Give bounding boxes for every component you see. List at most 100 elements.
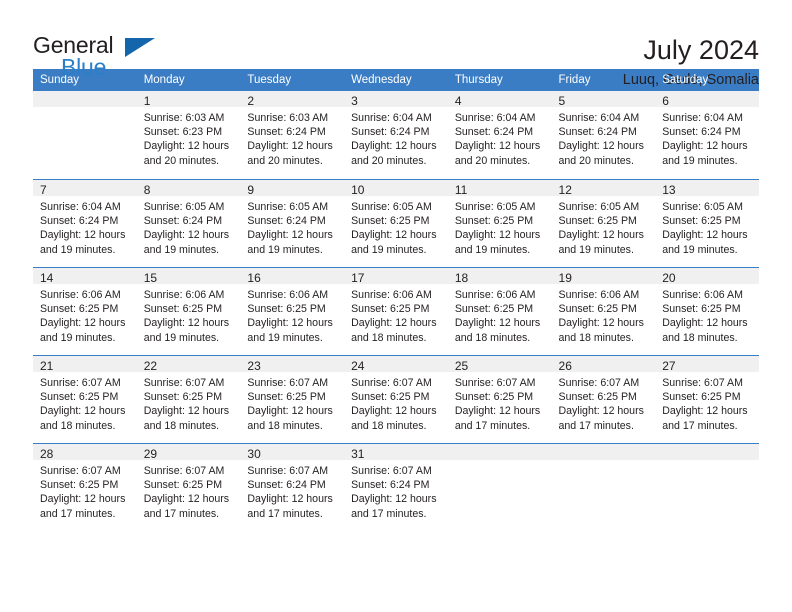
calendar-day-cell[interactable]: 19 Sunrise: 6:06 AM Sunset: 6:25 PM Dayligh… xyxy=(551,267,656,355)
day-details: Sunrise: 6:07 AM Sunset: 6:25 PM Daylight:… xyxy=(137,372,241,433)
daylight-text-line1: Daylight: 12 hours xyxy=(351,493,437,506)
calendar-day-cell[interactable]: 14 Sunrise: 6:06 AM Sunset: 6:25 PM Dayligh… xyxy=(33,267,137,355)
daylight-text-line2: and 17 minutes. xyxy=(662,419,738,432)
daylight-text-line2: and 20 minutes. xyxy=(247,154,323,167)
sunrise-text: Sunrise: 6:06 AM xyxy=(351,289,432,301)
sunrise-text: Sunrise: 6:04 AM xyxy=(351,112,432,124)
day-number: 22 xyxy=(136,356,241,373)
daylight-text-line1: Daylight: 12 hours xyxy=(351,405,437,418)
sunset-text: Sunset: 6:25 PM xyxy=(558,391,637,404)
sunset-text: Sunset: 6:25 PM xyxy=(247,303,326,316)
calendar-day-cell[interactable]: 3 Sunrise: 6:04 AM Sunset: 6:24 PM Daylight… xyxy=(344,91,448,179)
calendar-day-cell[interactable]: 17 Sunrise: 6:06 AM Sunset: 6:25 PM Dayligh… xyxy=(344,267,448,355)
sunset-text: Sunset: 6:25 PM xyxy=(662,391,741,404)
day-number: 13 xyxy=(655,180,759,197)
calendar-day-cell[interactable]: 2 Sunrise: 6:03 AM Sunset: 6:24 PM Daylight… xyxy=(240,91,345,179)
day-details: Sunrise: 6:05 AM Sunset: 6:25 PM Daylight:… xyxy=(552,196,656,257)
calendar-day-cell[interactable]: 23 Sunrise: 6:07 AM Sunset: 6:25 PM Dayligh… xyxy=(240,355,345,443)
calendar-day-cell[interactable]: 11 Sunrise: 6:05 AM Sunset: 6:25 PM Dayligh… xyxy=(447,179,552,267)
day-cell-inner: 31 Sunrise: 6:07 AM Sunset: 6:24 PM Dayligh… xyxy=(344,443,448,531)
daylight-text-line1: Daylight: 12 hours xyxy=(662,317,748,330)
calendar-day-cell[interactable]: 29 Sunrise: 6:07 AM Sunset: 6:25 PM Dayligh… xyxy=(136,443,241,531)
sunset-text: Sunset: 6:25 PM xyxy=(247,391,326,404)
day-cell-inner: 2 Sunrise: 6:03 AM Sunset: 6:24 PM Daylight… xyxy=(240,91,345,179)
calendar-day-cell[interactable]: 9 Sunrise: 6:05 AM Sunset: 6:24 PM Daylight… xyxy=(240,179,345,267)
calendar-day-cell[interactable]: 16 Sunrise: 6:06 AM Sunset: 6:25 PM Dayligh… xyxy=(240,267,345,355)
day-number: 10 xyxy=(344,180,448,197)
day-details: Sunrise: 6:06 AM Sunset: 6:25 PM Daylight:… xyxy=(33,284,137,345)
sunrise-text: Sunrise: 6:06 AM xyxy=(662,289,743,301)
day-cell-inner: 30 Sunrise: 6:07 AM Sunset: 6:24 PM Dayligh… xyxy=(240,443,345,531)
calendar-page: General Blue July 2024 Luuq, Gedo, Somal… xyxy=(0,0,792,612)
calendar-day-cell[interactable]: 30 Sunrise: 6:07 AM Sunset: 6:24 PM Dayligh… xyxy=(240,443,345,531)
daylight-text-line2: and 19 minutes. xyxy=(662,243,738,256)
day-number: 15 xyxy=(136,268,241,285)
logo-word-blue: Blue xyxy=(61,54,107,80)
daylight-text-line1: Daylight: 12 hours xyxy=(454,317,541,330)
day-cell-inner: 18 Sunrise: 6:06 AM Sunset: 6:25 PM Dayligh… xyxy=(447,267,552,355)
day-details xyxy=(655,460,759,464)
daylight-text-line1: Daylight: 12 hours xyxy=(454,229,541,242)
day-number: 30 xyxy=(240,444,345,461)
calendar-day-cell[interactable]: 26 Sunrise: 6:07 AM Sunset: 6:25 PM Dayligh… xyxy=(551,355,656,443)
calendar-day-cell[interactable]: 13 Sunrise: 6:05 AM Sunset: 6:25 PM Dayligh… xyxy=(655,179,759,267)
calendar-day-cell[interactable]: 12 Sunrise: 6:05 AM Sunset: 6:25 PM Dayligh… xyxy=(551,179,656,267)
calendar-day-cell[interactable]: 20 Sunrise: 6:06 AM Sunset: 6:25 PM Dayligh… xyxy=(655,267,759,355)
daylight-text-line2: and 19 minutes. xyxy=(143,243,220,256)
day-number: 4 xyxy=(447,91,552,108)
day-number: 12 xyxy=(551,180,656,197)
day-details: Sunrise: 6:03 AM Sunset: 6:24 PM Daylight:… xyxy=(240,107,344,168)
calendar-day-cell[interactable]: 18 Sunrise: 6:06 AM Sunset: 6:25 PM Dayligh… xyxy=(447,267,552,355)
calendar-day-cell[interactable]: 21 Sunrise: 6:07 AM Sunset: 6:25 PM Dayligh… xyxy=(33,355,137,443)
calendar-day-cell[interactable]: 24 Sunrise: 6:07 AM Sunset: 6:25 PM Dayligh… xyxy=(344,355,448,443)
day-cell-inner: 5 Sunrise: 6:04 AM Sunset: 6:24 PM Daylight… xyxy=(551,91,656,179)
calendar-day-cell[interactable]: 1 Sunrise: 6:03 AM Sunset: 6:23 PM Daylight… xyxy=(136,91,241,179)
sunrise-text: Sunrise: 6:05 AM xyxy=(454,201,536,213)
daylight-text-line1: Daylight: 12 hours xyxy=(454,405,541,418)
day-number: 31 xyxy=(344,444,448,461)
calendar-day-cell[interactable]: 8 Sunrise: 6:05 AM Sunset: 6:24 PM Daylight… xyxy=(136,179,241,267)
logo-triangle-icon xyxy=(125,38,155,57)
sunrise-text: Sunrise: 6:07 AM xyxy=(143,377,225,389)
daylight-text-line1: Daylight: 12 hours xyxy=(247,493,333,506)
sunrise-text: Sunrise: 6:07 AM xyxy=(351,465,432,477)
calendar-day-cell[interactable]: 5 Sunrise: 6:04 AM Sunset: 6:24 PM Daylight… xyxy=(551,91,656,179)
calendar-day-cell[interactable]: 6 Sunrise: 6:04 AM Sunset: 6:24 PM Daylight… xyxy=(655,91,759,179)
day-cell-inner: 9 Sunrise: 6:05 AM Sunset: 6:24 PM Daylight… xyxy=(240,179,345,267)
day-cell-inner: 14 Sunrise: 6:06 AM Sunset: 6:25 PM Dayligh… xyxy=(33,267,137,355)
sunset-text: Sunset: 6:24 PM xyxy=(558,126,637,139)
sunset-text: Sunset: 6:24 PM xyxy=(247,479,326,492)
day-cell-inner xyxy=(33,91,137,179)
calendar-empty-cell xyxy=(655,443,759,531)
calendar-day-cell[interactable]: 22 Sunrise: 6:07 AM Sunset: 6:25 PM Dayligh… xyxy=(136,355,241,443)
calendar-day-cell[interactable]: 28 Sunrise: 6:07 AM Sunset: 6:25 PM Dayligh… xyxy=(33,443,137,531)
daylight-text-line2: and 20 minutes. xyxy=(558,154,634,167)
sunrise-text: Sunrise: 6:05 AM xyxy=(351,201,432,213)
daylight-text-line1: Daylight: 12 hours xyxy=(143,229,230,242)
daylight-text-line1: Daylight: 12 hours xyxy=(40,493,126,506)
day-cell-inner xyxy=(655,443,759,531)
sunset-text: Sunset: 6:25 PM xyxy=(454,303,534,316)
calendar-day-cell[interactable]: 4 Sunrise: 6:04 AM Sunset: 6:24 PM Daylight… xyxy=(447,91,552,179)
day-cell-inner: 12 Sunrise: 6:05 AM Sunset: 6:25 PM Dayligh… xyxy=(551,179,656,267)
day-number: 9 xyxy=(240,180,345,197)
calendar-day-cell[interactable]: 7 Sunrise: 6:04 AM Sunset: 6:24 PM Daylight… xyxy=(33,179,137,267)
day-number: 1 xyxy=(136,91,241,108)
calendar-day-cell[interactable]: 27 Sunrise: 6:07 AM Sunset: 6:25 PM Dayligh… xyxy=(655,355,759,443)
sunset-text: Sunset: 6:25 PM xyxy=(40,303,119,316)
sunrise-text: Sunrise: 6:03 AM xyxy=(143,112,225,124)
calendar-day-cell[interactable]: 25 Sunrise: 6:07 AM Sunset: 6:25 PM Dayligh… xyxy=(447,355,552,443)
sunset-text: Sunset: 6:25 PM xyxy=(454,391,534,404)
calendar-day-cell[interactable]: 15 Sunrise: 6:06 AM Sunset: 6:25 PM Dayligh… xyxy=(136,267,241,355)
calendar-week-row: 1 Sunrise: 6:03 AM Sunset: 6:23 PM Daylight… xyxy=(33,91,759,179)
day-details: Sunrise: 6:07 AM Sunset: 6:25 PM Daylight:… xyxy=(448,372,552,433)
sunset-text: Sunset: 6:24 PM xyxy=(351,479,430,492)
calendar-day-cell[interactable]: 31 Sunrise: 6:07 AM Sunset: 6:24 PM Dayligh… xyxy=(344,443,448,531)
daylight-text-line2: and 18 minutes. xyxy=(351,331,427,344)
calendar-day-cell[interactable]: 10 Sunrise: 6:05 AM Sunset: 6:25 PM Dayligh… xyxy=(344,179,448,267)
day-details: Sunrise: 6:07 AM Sunset: 6:25 PM Daylight:… xyxy=(655,372,759,433)
day-cell-inner: 7 Sunrise: 6:04 AM Sunset: 6:24 PM Daylight… xyxy=(33,179,137,267)
general-blue-logo[interactable]: General Blue xyxy=(33,34,163,82)
day-cell-inner: 22 Sunrise: 6:07 AM Sunset: 6:25 PM Dayligh… xyxy=(136,355,241,443)
sunrise-text: Sunrise: 6:07 AM xyxy=(40,465,121,477)
